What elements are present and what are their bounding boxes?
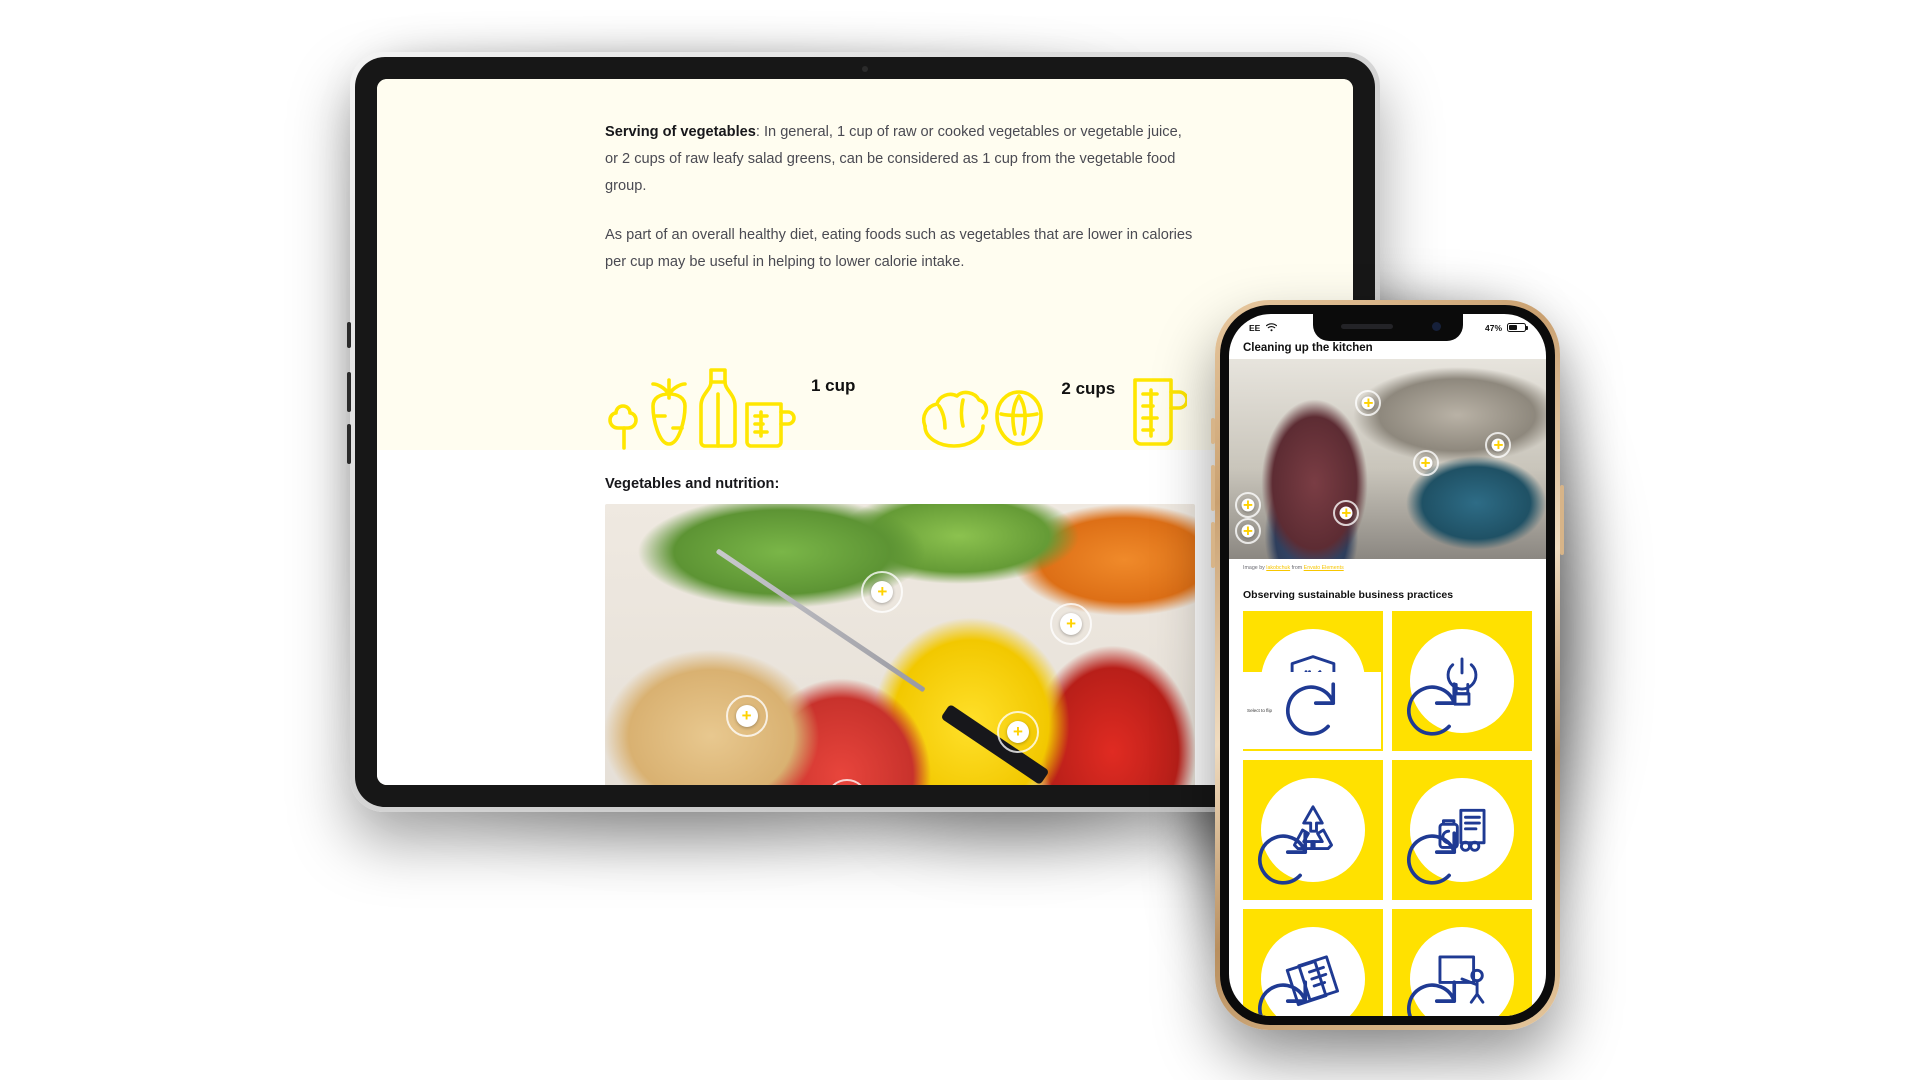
serving-size-illustrations: 1 cup 2 cups [377, 320, 1353, 450]
phone-bezel: EE 47% Cleaning up the kitchen + + + + +… [1220, 305, 1555, 1025]
phone-caption-middle: from [1290, 565, 1304, 571]
status-bar-left: EE [1249, 322, 1278, 333]
hotspot-kitchen-1[interactable] [1355, 390, 1382, 416]
earpiece-speaker-icon [1340, 324, 1393, 329]
hotspot-kitchen-4[interactable] [1235, 492, 1262, 518]
flip-hint-badge[interactable] [1392, 970, 1530, 1016]
flip-icon [1258, 980, 1308, 1016]
flip-hint-badge[interactable] [1243, 970, 1381, 1016]
hotspot-plus-icon [1419, 456, 1433, 470]
paragraph-healthy-diet: As part of an overall healthy diet, eati… [605, 222, 1195, 276]
paragraph-lead-label: Serving of vegetables [605, 124, 756, 140]
lesson-text-column: Serving of vegetables: In general, 1 cup… [605, 119, 1195, 276]
hotspot-ring [825, 778, 868, 785]
tablet-camera-icon [862, 66, 868, 72]
mockup-stage: Serving of vegetables: In general, 1 cup… [0, 0, 1920, 1080]
flip-hint-badge[interactable] [1392, 672, 1530, 749]
hotspot-plus-icon [1339, 506, 1353, 520]
hotspot-tomato[interactable] [825, 778, 868, 785]
phone-notch [1312, 314, 1463, 341]
measuring-jug-icon [745, 402, 796, 448]
flip-card-grid: Select to flip [1229, 611, 1546, 1016]
hotspot-plus-icon [1361, 396, 1375, 410]
flip-hint-badge[interactable]: Select to flip [1243, 672, 1381, 749]
battery-icon [1507, 322, 1528, 333]
hotspot-plus-icon [1060, 612, 1083, 635]
phone-mute-switch[interactable] [1211, 418, 1215, 444]
tablet-screen: Serving of vegetables: In general, 1 cup… [377, 79, 1353, 785]
nutrition-section: Vegetables and nutrition: + + + + [377, 449, 1353, 785]
tile-food-safety[interactable]: Select to flip [1243, 611, 1383, 751]
cabbage-icon [995, 390, 1044, 446]
hotspot-kitchen-6[interactable] [1333, 500, 1360, 526]
lettuce-icon [922, 390, 989, 448]
tile-food-labelling[interactable] [1392, 760, 1532, 900]
phone-caption-author-link[interactable]: lakobchuk [1266, 565, 1290, 571]
carrier-label: EE [1249, 322, 1261, 333]
hotspot-onion[interactable] [725, 694, 768, 737]
hotspot-plus-icon [1241, 524, 1255, 538]
vegetables-photo[interactable] [605, 503, 1195, 785]
measuring-jug-large-icon [1133, 378, 1188, 446]
one-cup-icon-group: 1 cup [605, 366, 869, 450]
flip-icon [1258, 831, 1308, 885]
hotspot-kitchen-2[interactable] [1412, 450, 1439, 476]
kitchen-photo[interactable] [1229, 359, 1546, 559]
flip-icon [1407, 980, 1457, 1016]
lesson-intro-section: Serving of vegetables: In general, 1 cup… [377, 79, 1353, 450]
phone-screen: EE 47% Cleaning up the kitchen + + + + +… [1229, 314, 1546, 1016]
battery-percent-label: 47% [1484, 322, 1502, 333]
flip-icon [1286, 682, 1336, 736]
flip-hint-label: Select to flip [1247, 708, 1273, 714]
hotspot-kitchen-3[interactable] [1485, 432, 1512, 458]
two-cups-icon-group: 2 cups [917, 372, 1188, 450]
tile-recycling[interactable] [1243, 760, 1383, 900]
label-one-cup: 1 cup [811, 375, 856, 395]
wifi-icon [1266, 323, 1278, 332]
tablet-power-button[interactable] [347, 322, 351, 348]
hotspot-kitchen-5[interactable] [1235, 518, 1262, 544]
tile-energy-saving[interactable] [1392, 611, 1532, 751]
carrot-icon [651, 378, 687, 446]
tile-documentation[interactable] [1243, 909, 1383, 1016]
hotspot-plus-icon [1241, 498, 1255, 512]
hotspot-plus-icon [735, 704, 758, 727]
phone-caption-source-link[interactable]: Envato Elements [1304, 565, 1344, 571]
flip-hint-badge[interactable] [1392, 821, 1530, 898]
flip-icon [1407, 682, 1457, 736]
tablet-volume-down-button[interactable] [347, 424, 351, 464]
hotspot-plus-icon [871, 580, 894, 603]
label-two-cups: 2 cups [1061, 378, 1116, 398]
flip-hint-badge[interactable] [1243, 821, 1381, 898]
tablet-volume-up-button[interactable] [347, 372, 351, 412]
paragraph-body-text-2: As part of an overall healthy diet, eati… [605, 226, 1193, 270]
phone-volume-up-button[interactable] [1211, 465, 1215, 511]
phone-power-button[interactable] [1560, 485, 1564, 555]
hotspot-plus-icon [1007, 720, 1029, 743]
hotspot-carrot[interactable] [1050, 602, 1093, 645]
hotspot-plus-icon [1491, 438, 1505, 452]
phone-caption-prefix: Image by [1243, 565, 1267, 571]
phone-device: EE 47% Cleaning up the kitchen + + + + +… [1211, 300, 1564, 1030]
phone-volume-down-button[interactable] [1211, 522, 1215, 568]
status-bar-right: 47% [1484, 322, 1528, 333]
phone-image-credit-caption: Image by lakobchuk from Envato Elements [1229, 559, 1546, 571]
phone-section-heading: Observing sustainable business practices [1243, 589, 1454, 601]
paragraph-serving-of-vegetables: Serving of vegetables: In general, 1 cup… [605, 119, 1195, 200]
flip-icon [1407, 831, 1457, 885]
broccoli-icon [608, 404, 638, 450]
phone-page-title: Cleaning up the kitchen [1243, 342, 1373, 354]
hotspot-leek[interactable] [861, 570, 904, 613]
bottle-juice-icon [699, 368, 737, 448]
hotspot-pepper[interactable] [997, 710, 1039, 753]
front-camera-icon [1431, 322, 1441, 331]
tile-training[interactable] [1392, 909, 1532, 1016]
